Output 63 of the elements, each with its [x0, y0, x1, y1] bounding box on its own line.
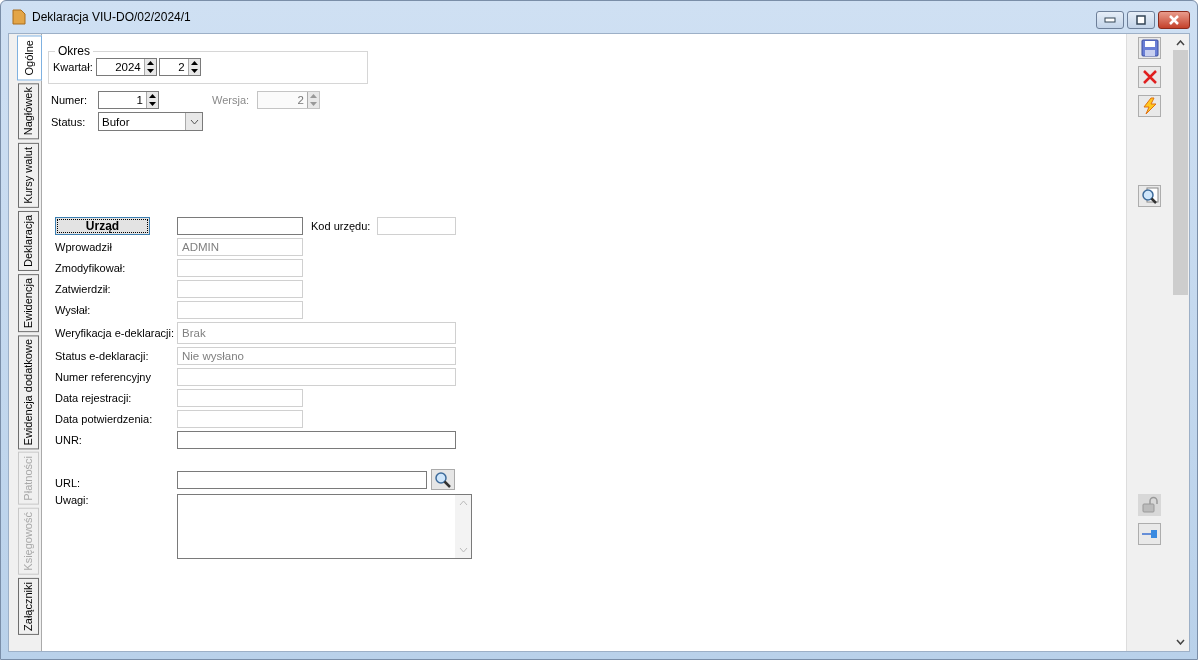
search-icon	[434, 470, 452, 489]
field-label: Wysłał:	[55, 304, 91, 316]
side-tab[interactable]: Ewidencja dodatkowe	[18, 334, 39, 450]
field-label: Zatwierdził:	[55, 283, 111, 295]
arrow-up-icon[interactable]	[149, 94, 156, 98]
close-icon	[1167, 14, 1181, 26]
field-label: Kod urzędu:	[311, 220, 369, 232]
arrow-down-icon[interactable]	[146, 69, 154, 73]
maximize-icon	[1135, 15, 1147, 25]
search-button[interactable]	[431, 469, 455, 490]
notes-field[interactable]	[177, 494, 472, 559]
field-label: Numer referencyjny	[55, 371, 151, 383]
side-tab[interactable]: Ogólne	[17, 35, 42, 81]
side-tab[interactable]: Nagłówek	[18, 83, 39, 140]
window-title: Deklaracja VIU-DO/02/2024/1	[32, 10, 191, 24]
field-label: Kwartał:	[53, 61, 93, 73]
field-label: Wersja:	[212, 94, 251, 106]
side-tab[interactable]: Kursy walut	[18, 142, 39, 208]
chevron-down-icon[interactable]	[1176, 639, 1185, 645]
field-label: UNR:	[55, 434, 82, 446]
arrow-down-icon[interactable]	[190, 69, 198, 73]
minimize-icon	[1104, 17, 1116, 23]
field-label: Weryfikacja e-deklaracji:	[55, 327, 174, 339]
preview-button[interactable]	[1138, 185, 1161, 207]
minimize-button[interactable]	[1096, 11, 1124, 29]
close-button[interactable]	[1158, 11, 1190, 29]
field-label: Uwagi:	[55, 494, 89, 506]
quarter-spinbox[interactable]: 2	[158, 58, 201, 76]
year-spinbox[interactable]: 2024	[95, 58, 157, 76]
field-label: Status e-deklaracji:	[55, 350, 149, 362]
input-field[interactable]	[177, 431, 456, 449]
document-icon	[12, 9, 26, 25]
arrow-down-icon[interactable]	[149, 102, 156, 106]
document-magnifier-icon	[1140, 187, 1159, 205]
field-label: Data rejestracji:	[55, 392, 132, 404]
delete-button[interactable]	[1138, 66, 1161, 88]
group-title: Okres	[57, 44, 91, 58]
save-button[interactable]	[1138, 37, 1161, 59]
chevron-down-icon	[189, 118, 199, 125]
arrow-up-icon[interactable]	[190, 61, 198, 65]
number-spinbox[interactable]: 1	[98, 91, 159, 109]
field-label: Data potwierdzenia:	[55, 413, 153, 425]
field-label: Wprowadził	[55, 241, 112, 253]
field-label: Zmodyfikował:	[55, 262, 126, 274]
lightning-icon	[1140, 97, 1159, 115]
x-mark-icon	[1140, 68, 1159, 86]
side-tab[interactable]: Ewidencja	[18, 273, 39, 332]
side-tab[interactable]: Deklaracja	[18, 210, 39, 271]
field-label: URL:	[55, 477, 81, 489]
input-field[interactable]	[177, 217, 303, 235]
url-field[interactable]	[177, 470, 427, 489]
padlock-icon	[1140, 496, 1159, 514]
arrow-up-icon[interactable]	[146, 61, 154, 65]
status-dropdown[interactable]: Bufor	[98, 112, 203, 131]
maximize-button[interactable]	[1127, 11, 1155, 29]
field-label: Numer:	[51, 94, 89, 106]
chevron-up-icon[interactable]	[1176, 40, 1185, 46]
scrollbar[interactable]	[1172, 34, 1189, 651]
office-button[interactable]: Urząd	[55, 217, 150, 235]
pin-button[interactable]	[1138, 523, 1161, 545]
field-label: Status:	[51, 115, 87, 128]
lightning-button[interactable]	[1138, 95, 1161, 117]
side-tab[interactable]: Załączniki	[18, 577, 39, 635]
